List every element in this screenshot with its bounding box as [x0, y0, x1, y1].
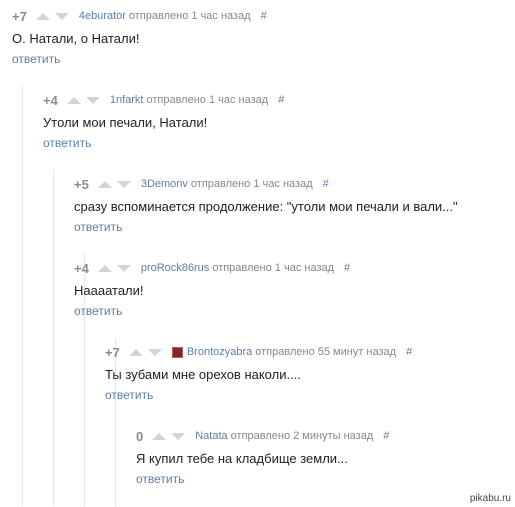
comment-meta: +5 3Demonv отправлено 1 час назад #	[74, 176, 515, 192]
upvote-arrow-icon[interactable]	[152, 432, 167, 440]
comment: +4 1nfarkt отправлено 1 час назад # Утол…	[43, 93, 515, 152]
comment-author-link[interactable]: Brontozyabra	[187, 346, 252, 358]
comment: +5 3Demonv отправлено 1 час назад # сраз…	[74, 177, 515, 236]
comment-permalink[interactable]: #	[406, 346, 412, 358]
downvote-arrow-icon[interactable]	[171, 432, 186, 440]
comment-timestamp: отправлено 1 час назад	[190, 178, 313, 190]
comment-score: +4	[43, 92, 58, 108]
comment-timestamp: отправлено 1 час назад	[128, 10, 251, 22]
comment-meta: 0 Natata отправлено 2 минуты назад #	[136, 428, 515, 444]
reply-link[interactable]: ответить	[43, 136, 91, 151]
comment-author-link[interactable]: 1nfarkt	[110, 94, 144, 106]
comment-author-link[interactable]: proRock86rus	[141, 262, 209, 274]
upvote-arrow-icon[interactable]	[66, 96, 81, 104]
downvote-arrow-icon[interactable]	[54, 12, 69, 20]
comment-meta: +4 proRock86rus отправлено 1 час назад #	[74, 260, 515, 276]
comment-text: Ты зубами мне орехов наколи....	[105, 367, 301, 382]
comment-meta: +4 1nfarkt отправлено 1 час назад #	[43, 92, 515, 108]
comment: +7 4eburator отправлено 1 час назад # О.…	[12, 9, 512, 68]
thread-line-1	[22, 86, 23, 506]
comment-author-link[interactable]: 3Demonv	[141, 178, 188, 190]
downvote-arrow-icon[interactable]	[147, 348, 162, 356]
upvote-arrow-icon[interactable]	[97, 180, 112, 188]
user-avatar-icon[interactable]	[171, 346, 183, 358]
comment-author-link[interactable]: Natata	[195, 430, 227, 442]
thread-line-2	[53, 170, 54, 506]
upvote-arrow-icon[interactable]	[128, 348, 143, 356]
comment-meta: +7 4eburator отправлено 1 час назад #	[12, 8, 512, 24]
comment-score: +7	[12, 8, 27, 24]
comment-timestamp: отправлено 1 час назад	[146, 94, 269, 106]
comment-timestamp: отправлено 1 час назад	[212, 262, 335, 274]
comment-score: 0	[136, 428, 144, 444]
comment-permalink[interactable]: #	[383, 430, 389, 442]
comment-text: Утоли мои печали, Натали!	[43, 115, 208, 130]
comment-author-link[interactable]: 4eburator	[79, 10, 126, 22]
comment-permalink[interactable]: #	[278, 94, 284, 106]
comment-score: +4	[74, 260, 89, 276]
comment-text: Я купил тебе на кладбище земли...	[136, 451, 348, 466]
comment-permalink[interactable]: #	[323, 178, 329, 190]
downvote-arrow-icon[interactable]	[116, 180, 131, 188]
comment-permalink[interactable]: #	[261, 10, 267, 22]
reply-link[interactable]: ответить	[136, 472, 184, 487]
reply-link[interactable]: ответить	[105, 388, 153, 403]
site-watermark: pikabu.ru	[469, 493, 511, 504]
upvote-arrow-icon[interactable]	[35, 12, 50, 20]
upvote-arrow-icon[interactable]	[97, 264, 112, 272]
comment: 0 Natata отправлено 2 минуты назад # Я к…	[136, 429, 515, 488]
comment: +7 Brontozyabra отправлено 55 минут наза…	[105, 345, 515, 404]
downvote-arrow-icon[interactable]	[85, 96, 100, 104]
comment-permalink[interactable]: #	[344, 262, 350, 274]
comment-text: О. Натали, о Натали!	[12, 31, 140, 46]
comment-meta: +7 Brontozyabra отправлено 55 минут наза…	[105, 344, 515, 360]
comment-score: +5	[74, 176, 89, 192]
reply-link[interactable]: ответить	[74, 304, 122, 319]
reply-link[interactable]: ответить	[12, 52, 60, 67]
reply-link[interactable]: ответить	[74, 220, 122, 235]
downvote-arrow-icon[interactable]	[116, 264, 131, 272]
comment-text: сразу вспоминается продолжение: "утоли м…	[74, 199, 458, 214]
comment-score: +7	[105, 344, 120, 360]
comment-text: Наааатали!	[74, 283, 144, 298]
comment-timestamp: отправлено 55 минут назад	[255, 346, 397, 358]
comment: +4 proRock86rus отправлено 1 час назад #…	[74, 261, 515, 320]
comment-timestamp: отправлено 2 минуты назад	[230, 430, 374, 442]
